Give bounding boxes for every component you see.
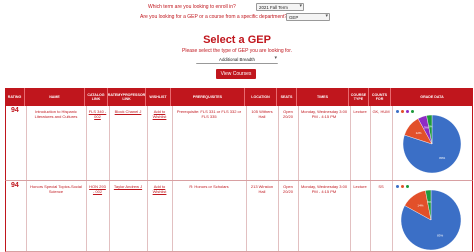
pie-label-d: 3%: [428, 125, 433, 129]
table-row: 94 Introduction to Hispanic Literatures …: [5, 106, 473, 181]
header-rating: RATING: [5, 88, 25, 106]
course-type-text: Lecture: [353, 109, 367, 114]
header-counts: COUNTS FOR: [369, 88, 391, 106]
counts-for-text: SS: [378, 184, 384, 189]
wishlist-link[interactable]: Add to Wishlist: [149, 184, 170, 194]
gep-subtitle: Please select the type of GEP you are lo…: [182, 48, 292, 54]
seats-text: Open 20/20: [282, 109, 293, 119]
counts-for-text: GK, HUM: [372, 109, 390, 114]
header-wishlist: WISHLIST: [146, 88, 171, 106]
term-select[interactable]: 2021 Fall Term: [256, 3, 304, 11]
term-question: Which term are you looking to enroll in?: [148, 4, 236, 10]
pie-label-a: 80%: [439, 156, 445, 160]
grade-pie-chart: 83% 14% 3%: [400, 189, 462, 251]
course-name: Honors Special Topics-Social Science: [30, 184, 82, 194]
header-catalog: CATALOG LINK: [85, 88, 108, 106]
view-courses-button[interactable]: View Courses: [216, 69, 256, 79]
professor-link[interactable]: Block Chanel J: [111, 109, 145, 114]
pie-label-b: 14%: [417, 203, 423, 207]
grade-pie-chart: 80%12%5% 3%: [402, 114, 462, 174]
header-location: LOCATION: [245, 88, 277, 106]
seats-text: Open 20/20: [282, 184, 293, 194]
times-text: Monday, Wednesday 3:00 PM - 4:15 PM: [300, 184, 348, 194]
page-title: Select a GEP: [203, 34, 271, 46]
catalog-link[interactable]: HON 293 - 002: [88, 184, 107, 194]
catalog-link[interactable]: FLS 340 - 002: [88, 109, 107, 119]
gep-type-select[interactable]: Additional Breadth: [196, 56, 278, 64]
prereq-text: Prerequisite: FLS 331 or FLS 332 or FLS …: [176, 109, 242, 119]
header-type: COURSE TYPE: [349, 88, 369, 106]
course-type-text: Lecture: [353, 184, 367, 189]
location-text: 213 Winston Hall: [250, 184, 274, 194]
location-text: 105 Withers Hall: [251, 109, 273, 119]
times-text: Monday, Wednesday 3:00 PM - 4:15 PM: [300, 109, 348, 119]
header-prereq: PREREQUISITES: [171, 88, 245, 106]
table-header: RATING NAME CATALOG LINK RATEMYPROFESSOR…: [5, 88, 473, 106]
header-name: NAME: [25, 88, 85, 106]
header-professor: RATEMYPROFESSOR LINK: [108, 88, 146, 106]
rating-value: 94: [11, 182, 19, 189]
wishlist-link[interactable]: Add to Wishlist: [149, 109, 170, 119]
header-grades: GRADE DATA: [420, 94, 444, 99]
course-name: Introduction to Hispanic Literatures and…: [34, 109, 78, 119]
rating-value: 94: [11, 107, 19, 114]
prereq-text: R: Honors or Scholars: [189, 184, 229, 189]
pie-label-a: 83%: [437, 233, 443, 237]
header-seats: SEATS: [277, 88, 297, 106]
gep-question: Are you looking for a GEP or a course fr…: [140, 14, 288, 20]
professor-link[interactable]: Taylor Andrew J: [111, 184, 145, 189]
pie-label-c: 3%: [427, 200, 432, 204]
gep-or-dept-select[interactable]: GEP: [286, 13, 330, 21]
pie-label-b: 12%: [416, 131, 422, 135]
table-row: 94 Honors Special Topics-Social Science …: [5, 181, 473, 252]
header-times: TIMES: [297, 88, 349, 106]
